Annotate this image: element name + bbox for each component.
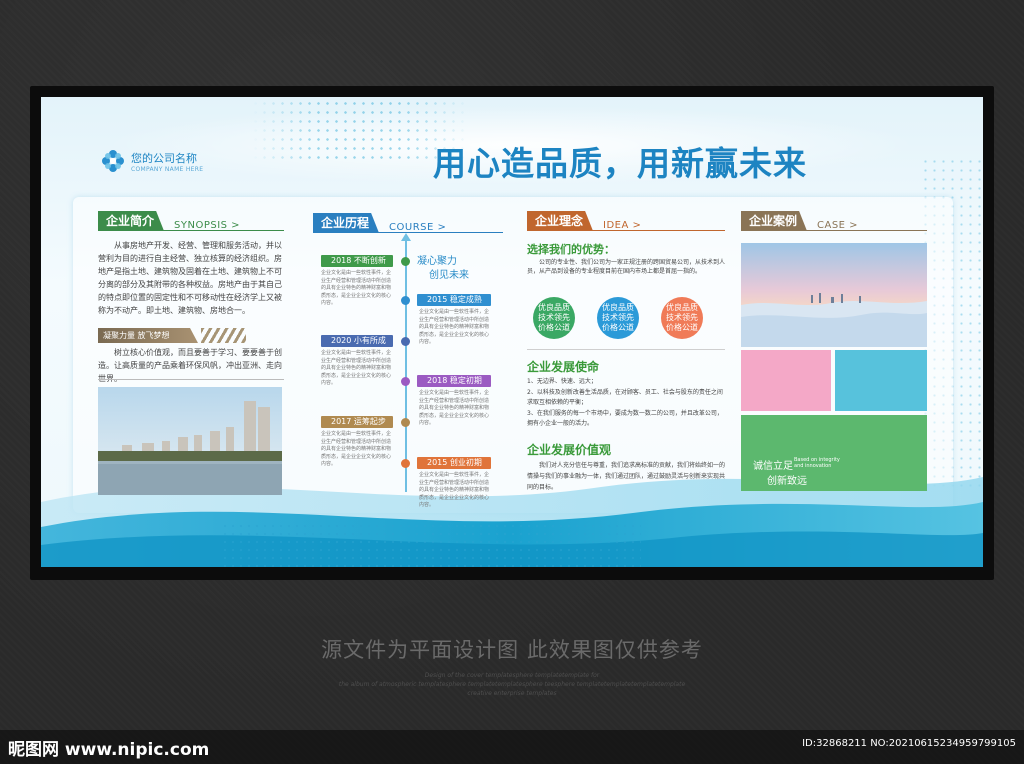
value-title: 企业发展价值观 xyxy=(527,443,612,457)
case-tile-cyan xyxy=(835,350,927,411)
sea-of-clouds-photo xyxy=(741,243,927,347)
milestone-text: 企业文化是由一些软性事件，企业生产经营和管理活动中所创造的具有企业特色的精神财富… xyxy=(419,309,490,345)
timeline-dot xyxy=(401,459,410,468)
footer-notice: 源文件为平面设计图 此效果图仅供参考 xyxy=(321,638,703,662)
idea-divider xyxy=(527,349,725,350)
mission-item: 2、以科技及创新改善生活品质，在对顾客、员工、社会与股东的责任之间求取互相依赖的… xyxy=(527,389,723,406)
timeline-dot xyxy=(401,377,410,386)
milestone-text: 企业文化是由一些软性事件，企业生产经营和管理活动中所创造的具有企业特色的精神财富… xyxy=(321,270,392,306)
case-slogan-2: 创新致远 xyxy=(767,476,807,487)
display-board: 您的公司名称 COMPANY NAME HERE 用心造品质，用新赢未来 企业简… xyxy=(41,97,983,567)
flower-logo-icon xyxy=(102,150,124,172)
milestone-label: 2015 稳定成熟 xyxy=(417,294,491,306)
company-logo: 您的公司名称 COMPANY NAME HERE xyxy=(101,149,203,173)
case-tag: 企业案例 xyxy=(741,211,808,231)
intro-subtag: 凝聚力量 放飞梦想 xyxy=(98,328,198,343)
intro-divider xyxy=(98,379,284,380)
milestone-label: 2020 小有所成 xyxy=(321,335,393,347)
advantage-circle: 优良品质 技术领先 价格公道 xyxy=(533,297,575,339)
timeline-dot xyxy=(401,257,410,266)
milestone-text: 企业文化是由一些软性事件，企业生产经营和管理活动中所创造的具有企业特色的精神财富… xyxy=(419,390,490,426)
company-name-en: COMPANY NAME HERE xyxy=(131,165,204,173)
milestone-label: 2018 稳定初期 xyxy=(417,375,491,387)
company-name: 您的公司名称 xyxy=(131,151,197,165)
milestone-label: 2018 不断创新 xyxy=(321,255,393,267)
subtag-stripes xyxy=(201,328,246,343)
case-slogan-en-2: and innovation xyxy=(794,463,832,469)
footer-fine-2: the album of atmospheric templatesphere … xyxy=(338,681,686,688)
advantage-title: 选择我们的优势： xyxy=(527,243,615,256)
timeline-axis xyxy=(405,237,407,492)
course-slogan-2: 创见未来 xyxy=(429,270,469,281)
case-section-header: 企业案例 CASE > xyxy=(741,209,858,231)
case-slogan-en: Based on integrity and innovation xyxy=(794,457,840,469)
milestone-label: 2017 运筹起步 xyxy=(321,416,393,428)
timeline-dot xyxy=(401,296,410,305)
idea-section-header: 企业理念 IDEA > xyxy=(527,209,641,231)
advantage-text: 公司的专业性、我们公司为一家正规注册的跨国贸易公司，从技术到人员，从产品到设备的… xyxy=(527,259,726,275)
milestone-text: 企业文化是由一些软性事件，企业生产经营和管理活动中所创造的具有企业特色的精神财富… xyxy=(419,472,490,508)
advantage-circle: 优良品质 技术领先 价格公道 xyxy=(597,297,639,339)
course-slogan-1: 凝心聚力 xyxy=(417,256,457,267)
headline: 用心造品质，用新赢未来 xyxy=(433,144,807,183)
footer-fine-1: Design of the cover templatesphere templ… xyxy=(424,672,600,679)
mission-item: 3、在我们服务的每一个市场中，要成为数一数二的公司，并且改革公司，拥有小企业一般… xyxy=(527,410,723,427)
case-tile-pink xyxy=(741,350,831,411)
intro-section-header: 企业简介 SYNOPSIS > xyxy=(98,209,240,231)
milestone-text: 企业文化是由一些软性事件，企业生产经营和管理活动中所创造的具有企业特色的精神财富… xyxy=(321,431,392,467)
intro-paragraph: 从事房地产开发、经营、管理和服务活动，并以营利为目的进行自主经营、独立核算的经济… xyxy=(98,241,282,315)
timeline-dot xyxy=(401,418,410,427)
intro-tag: 企业简介 xyxy=(98,211,165,231)
intro-underline xyxy=(98,230,284,231)
city-skyline-photo xyxy=(98,387,282,495)
image-id: ID:32868211 NO:20210615234959799105 xyxy=(802,738,1016,749)
milestone-label: 2015 创业初期 xyxy=(417,457,491,469)
idea-underline xyxy=(527,230,725,231)
idea-tag: 企业理念 xyxy=(527,211,594,231)
footer-fine-3: creative enterprise templates xyxy=(467,690,557,697)
halftone-dots-bottom xyxy=(221,522,641,567)
milestone-text: 企业文化是由一些软性事件，企业生产经营和管理活动中所创造的具有企业特色的精神财富… xyxy=(321,350,392,386)
mission-title: 企业发展使命 xyxy=(527,360,600,374)
value-text: 我们对人充分信任与尊重，我们追求高标准的贡献，我们将始终如一的情操与我们的事业融… xyxy=(527,462,726,491)
site-watermark: 昵图网 www.nipic.com xyxy=(8,740,210,760)
timeline-dot xyxy=(401,337,410,346)
course-tag: 企业历程 xyxy=(313,213,380,233)
mission-item: 1、无边界、快速、远大； xyxy=(527,378,597,385)
case-slogan-1: 诚信立足 xyxy=(753,461,793,472)
course-section-header: 企业历程 COURSE > xyxy=(313,211,446,233)
advantage-circle: 优良品质 技术领先 价格公道 xyxy=(661,297,703,339)
case-underline xyxy=(741,230,927,231)
